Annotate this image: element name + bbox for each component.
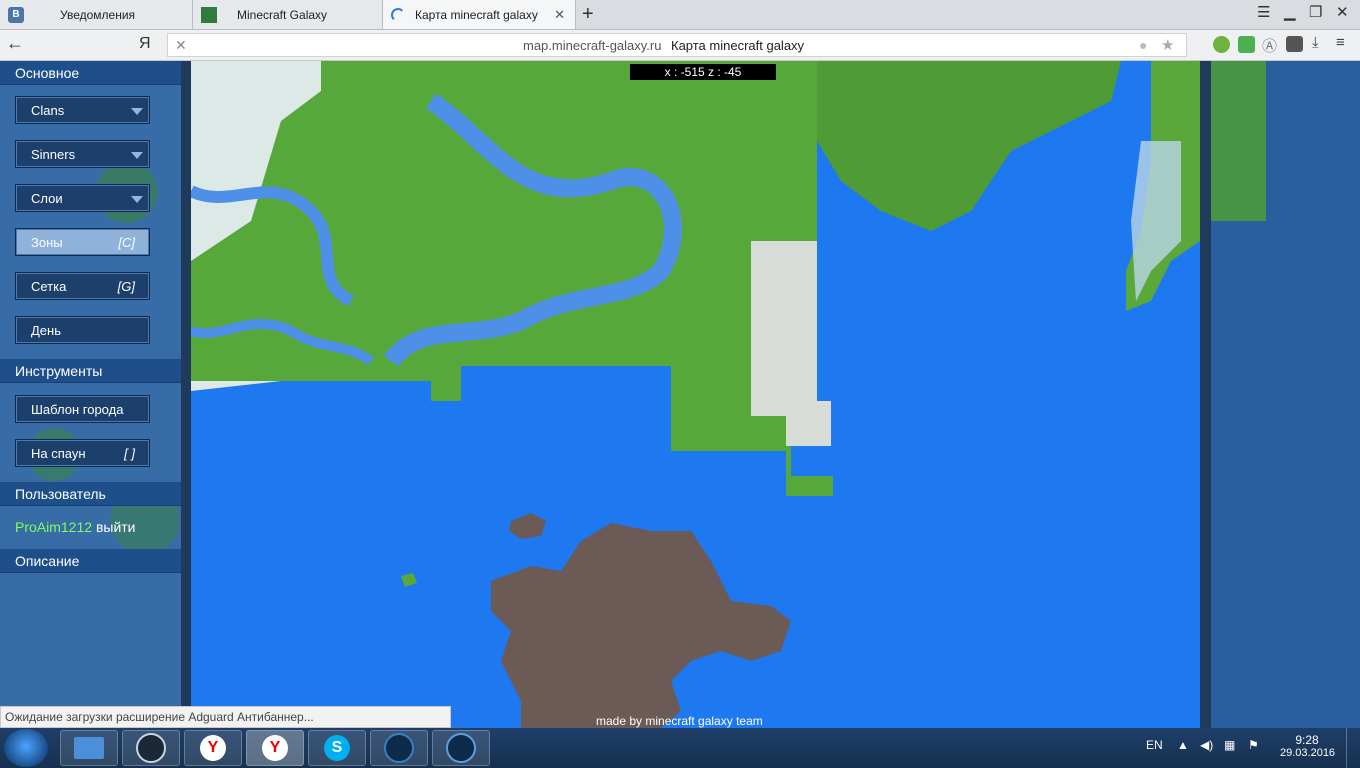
extension-a-icon[interactable]: Ⓐ [1262, 35, 1277, 56]
address-bar-row: ← Я ✕ map.minecraft-galaxy.ru Карта mine… [0, 30, 1360, 61]
lightbulb-icon[interactable]: ● [1139, 37, 1147, 53]
skype-icon[interactable]: S [308, 730, 366, 766]
tool-label: Шаблон города [31, 402, 124, 417]
shortcut-hint: [C] [118, 235, 135, 250]
tab-map[interactable]: Карта minecraft galaxy ✕ [383, 0, 576, 29]
clock-date: 29.03.2016 [1280, 747, 1336, 759]
zones-toggle[interactable]: Зоны [C] [15, 228, 150, 256]
toggle-label: Сетка [31, 279, 67, 294]
clans-dropdown[interactable]: Clans [15, 96, 150, 124]
toggle-label: День [31, 323, 61, 338]
restore-icon[interactable]: ❐ [1309, 3, 1322, 21]
volume-icon[interactable]: ◀) [1200, 738, 1213, 752]
adguard-icon[interactable] [1238, 36, 1255, 53]
folder-icon[interactable] [60, 730, 118, 766]
start-button[interactable] [4, 729, 48, 767]
terrain-snow-peak [751, 241, 831, 446]
close-tab-icon[interactable]: ✕ [554, 7, 565, 23]
user-info: ProAim1212 выйти [15, 519, 136, 535]
username-link[interactable]: ProAim1212 [15, 519, 92, 535]
tab-label: Карта minecraft galaxy [415, 7, 538, 22]
right-panel [1200, 61, 1360, 728]
shortcut-hint: [G] [117, 279, 135, 294]
right-scrollbar[interactable] [1200, 61, 1211, 728]
vk-icon: B [8, 6, 24, 23]
chevron-down-icon [131, 152, 143, 159]
back-arrow-icon[interactable]: ← [6, 33, 24, 54]
clock-time: 9:28 [1295, 733, 1319, 747]
section-tools: Инструменты [0, 359, 181, 383]
download-icon[interactable]: ⤓ [1312, 34, 1319, 51]
terrain-grass-continent [191, 61, 833, 496]
minecraft-launcher-icon[interactable] [370, 730, 428, 766]
chevron-down-icon [131, 196, 143, 203]
chevron-down-icon [131, 108, 143, 115]
dropdown-label: Слои [31, 191, 63, 206]
language-indicator[interactable]: EN [1146, 738, 1163, 752]
browser-tab-bar: B Уведомления Minecraft Galaxy Карта min… [0, 0, 1360, 30]
hamburger-menu-icon[interactable]: ≡ [1336, 34, 1345, 51]
tab-label: Minecraft Galaxy [237, 7, 328, 22]
sidebar: Основное Clans Sinners Слои Зоны [C] Сет… [0, 61, 181, 717]
to-spawn-button[interactable]: На спаун [ ] [15, 439, 150, 467]
creeper-icon [201, 6, 217, 23]
logout-link[interactable]: выйти [96, 519, 136, 535]
windows-taskbar: Y Y S EN ▲ ◀) ▦ ⚑ 9:28 29.03.2016 [0, 728, 1360, 768]
terrain-grass-island [817, 61, 1121, 231]
terrain-stone-islet [509, 513, 546, 539]
loading-spinner-icon [391, 7, 405, 22]
section-description: Описание [0, 549, 181, 573]
section-main: Основное [0, 61, 181, 85]
dropdown-label: Clans [31, 103, 65, 118]
pocket-icon[interactable] [1286, 36, 1303, 52]
layers-dropdown[interactable]: Слои [15, 184, 150, 212]
network-icon[interactable]: ▦ [1224, 738, 1235, 752]
minecraft-icon[interactable] [432, 730, 490, 766]
extension-icon[interactable] [1213, 36, 1230, 53]
terrain-small-island [401, 573, 417, 587]
page-title: Карта minecraft galaxy [671, 38, 805, 53]
tool-label: На спаун [31, 446, 86, 461]
grid-toggle[interactable]: Сетка [G] [15, 272, 150, 300]
notification-flag-icon[interactable]: ⚑ [1248, 738, 1259, 752]
new-tab-button[interactable]: + [582, 3, 594, 26]
dropdown-label: Sinners [31, 147, 76, 162]
steam-icon[interactable] [122, 730, 180, 766]
bookmark-star-icon[interactable]: ★ [1161, 36, 1174, 54]
toggle-label: Зоны [31, 235, 63, 250]
address-input[interactable]: ✕ map.minecraft-galaxy.ru Карта minecraf… [167, 33, 1187, 57]
coordinates-display: x : -515 z : -45 [630, 64, 776, 80]
clock[interactable]: 9:28 29.03.2016 [1280, 733, 1336, 759]
sinners-dropdown[interactable]: Sinners [15, 140, 150, 168]
sidebar-scrollbar[interactable] [181, 61, 191, 728]
tab-label: Уведомления [60, 7, 136, 22]
show-hidden-icons-icon[interactable]: ▲ [1177, 738, 1189, 752]
terrain-stone-island [491, 523, 791, 728]
show-desktop-button[interactable] [1346, 728, 1360, 768]
map-terrain [191, 61, 1200, 728]
yandex-browser-icon[interactable]: Y [184, 730, 242, 766]
section-user: Пользователь [0, 482, 181, 506]
world-map[interactable] [191, 61, 1200, 728]
tab-minecraft-galaxy[interactable]: Minecraft Galaxy [193, 0, 383, 29]
menu-icon[interactable]: ☰ [1257, 3, 1270, 21]
tab-notifications[interactable]: B Уведомления [0, 0, 193, 29]
credits-text: made by minecraft galaxy team [596, 714, 763, 728]
yandex-logo[interactable]: Я [139, 35, 151, 53]
shortcut-hint: [ ] [124, 446, 135, 461]
status-bar: Ожидание загрузки расширение Adguard Ант… [0, 706, 451, 728]
day-toggle[interactable]: День [15, 316, 150, 344]
yandex-browser-active-icon[interactable]: Y [246, 730, 304, 766]
minimize-icon[interactable]: ▁ [1284, 3, 1296, 21]
stop-icon[interactable]: ✕ [175, 37, 187, 54]
right-panel-map-edge [1211, 61, 1266, 221]
close-window-icon[interactable]: ✕ [1336, 3, 1349, 21]
city-template-button[interactable]: Шаблон города [15, 395, 150, 423]
url-text: map.minecraft-galaxy.ru [523, 38, 662, 53]
